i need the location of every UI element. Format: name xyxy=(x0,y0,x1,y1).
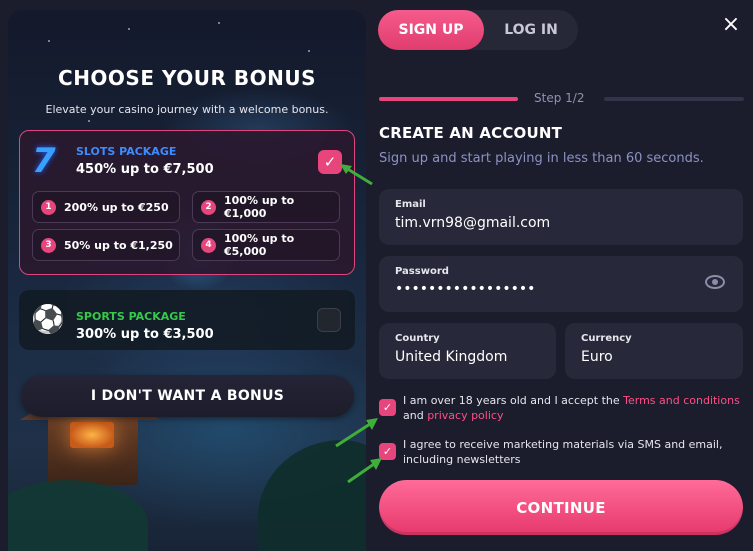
star-decoration xyxy=(218,22,220,24)
leaf-decoration xyxy=(258,440,366,551)
bonus-subtitle: Elevate your casino journey with a welco… xyxy=(45,103,329,116)
marketing-consent-text: I agree to receive marketing materials v… xyxy=(403,438,723,466)
sports-package-name: SPORTS PACKAGE xyxy=(76,310,186,323)
bonus-title: CHOOSE YOUR BONUS xyxy=(58,66,316,90)
bonus-tier-4: 4 100% up to €5,000 xyxy=(192,229,340,261)
no-bonus-button[interactable]: I DON'T WANT A BONUS xyxy=(21,375,354,417)
tier-label: 100% up to €5,000 xyxy=(224,232,295,258)
leaf-decoration xyxy=(8,480,148,551)
sports-package-checkbox[interactable] xyxy=(317,308,341,332)
currency-value: Euro xyxy=(581,349,613,365)
country-label: Country xyxy=(395,333,440,344)
bonus-tier-3: 3 50% up to €1,250 xyxy=(32,229,180,261)
privacy-policy-link[interactable]: privacy policy xyxy=(427,409,503,422)
star-decoration xyxy=(128,28,130,30)
terms-text-middle: and xyxy=(403,409,428,422)
email-field[interactable]: Email tim.vrn98@gmail.com xyxy=(379,189,743,245)
tier-label: 200% up to €250 xyxy=(64,200,169,214)
step-indicator: Step 1/2 xyxy=(534,91,585,105)
marketing-checkbox[interactable]: ✓ xyxy=(379,443,396,460)
tab-sign-up[interactable]: SIGN UP xyxy=(378,10,484,50)
terms-consent-text: I am over 18 years old and I accept the … xyxy=(403,393,748,423)
star-decoration xyxy=(88,120,90,122)
terms-link[interactable]: Terms and conditions xyxy=(623,394,740,407)
step-progress-remaining xyxy=(604,97,744,101)
tier-number-badge: 3 xyxy=(41,237,56,253)
password-input[interactable]: ••••••••••••••••• xyxy=(395,281,535,297)
slots-package-name: SLOTS PACKAGE xyxy=(76,145,177,158)
form-subtitle: Sign up and start playing in less than 6… xyxy=(379,151,704,166)
step-progress-active xyxy=(379,97,518,101)
terms-checkbox[interactable]: ✓ xyxy=(379,399,396,416)
check-icon: ✓ xyxy=(382,401,393,414)
tier-label: 100% up to €1,000 xyxy=(224,194,295,220)
bonus-panel: CHOOSE YOUR BONUS Elevate your casino jo… xyxy=(8,10,366,551)
email-input[interactable]: tim.vrn98@gmail.com xyxy=(395,215,550,231)
password-label: Password xyxy=(395,266,449,277)
check-icon: ✓ xyxy=(382,445,393,458)
continue-button[interactable]: CONTINUE xyxy=(379,480,743,535)
slots-package-checkbox[interactable]: ✓ xyxy=(318,150,342,174)
tier-label: 50% up to €1,250 xyxy=(64,238,173,252)
slots-package-offer: 450% up to €7,500 xyxy=(76,162,214,177)
tab-log-in[interactable]: LOG IN xyxy=(484,10,578,50)
tier-number-badge: 2 xyxy=(201,199,216,215)
form-title: CREATE AN ACCOUNT xyxy=(379,124,563,142)
tier-number-badge: 1 xyxy=(41,199,56,215)
bonus-tier-2: 2 100% up to €1,000 xyxy=(192,191,340,223)
country-select[interactable]: Country United Kingdom xyxy=(379,323,556,379)
currency-select[interactable]: Currency Euro xyxy=(565,323,743,379)
check-icon: ✓ xyxy=(323,153,337,171)
hut-window-decoration xyxy=(70,422,114,448)
auth-tabs: SIGN UP LOG IN xyxy=(378,10,578,50)
star-decoration xyxy=(308,50,310,52)
terms-text-before: I am over 18 years old and I accept the xyxy=(403,394,624,407)
password-field[interactable]: Password ••••••••••••••••• xyxy=(379,256,743,312)
bonus-tier-1: 1 200% up to €250 xyxy=(32,191,180,223)
sports-package-offer: 300% up to €3,500 xyxy=(76,327,214,342)
slots-package-card[interactable]: 7 SLOTS PACKAGE 450% up to €7,500 ✓ 1 20… xyxy=(19,130,355,275)
tier-number-badge: 4 xyxy=(201,237,216,253)
star-decoration xyxy=(48,40,50,42)
seven-icon: 7 xyxy=(32,141,56,181)
country-value: United Kingdom xyxy=(395,349,508,365)
sports-package-card[interactable]: ⚽ SPORTS PACKAGE 300% up to €3,500 xyxy=(19,290,355,350)
soccer-ball-icon: ⚽ xyxy=(33,304,63,334)
close-icon[interactable]: × xyxy=(718,12,744,38)
eye-icon[interactable] xyxy=(705,275,725,289)
email-label: Email xyxy=(395,199,426,210)
currency-label: Currency xyxy=(581,333,632,344)
